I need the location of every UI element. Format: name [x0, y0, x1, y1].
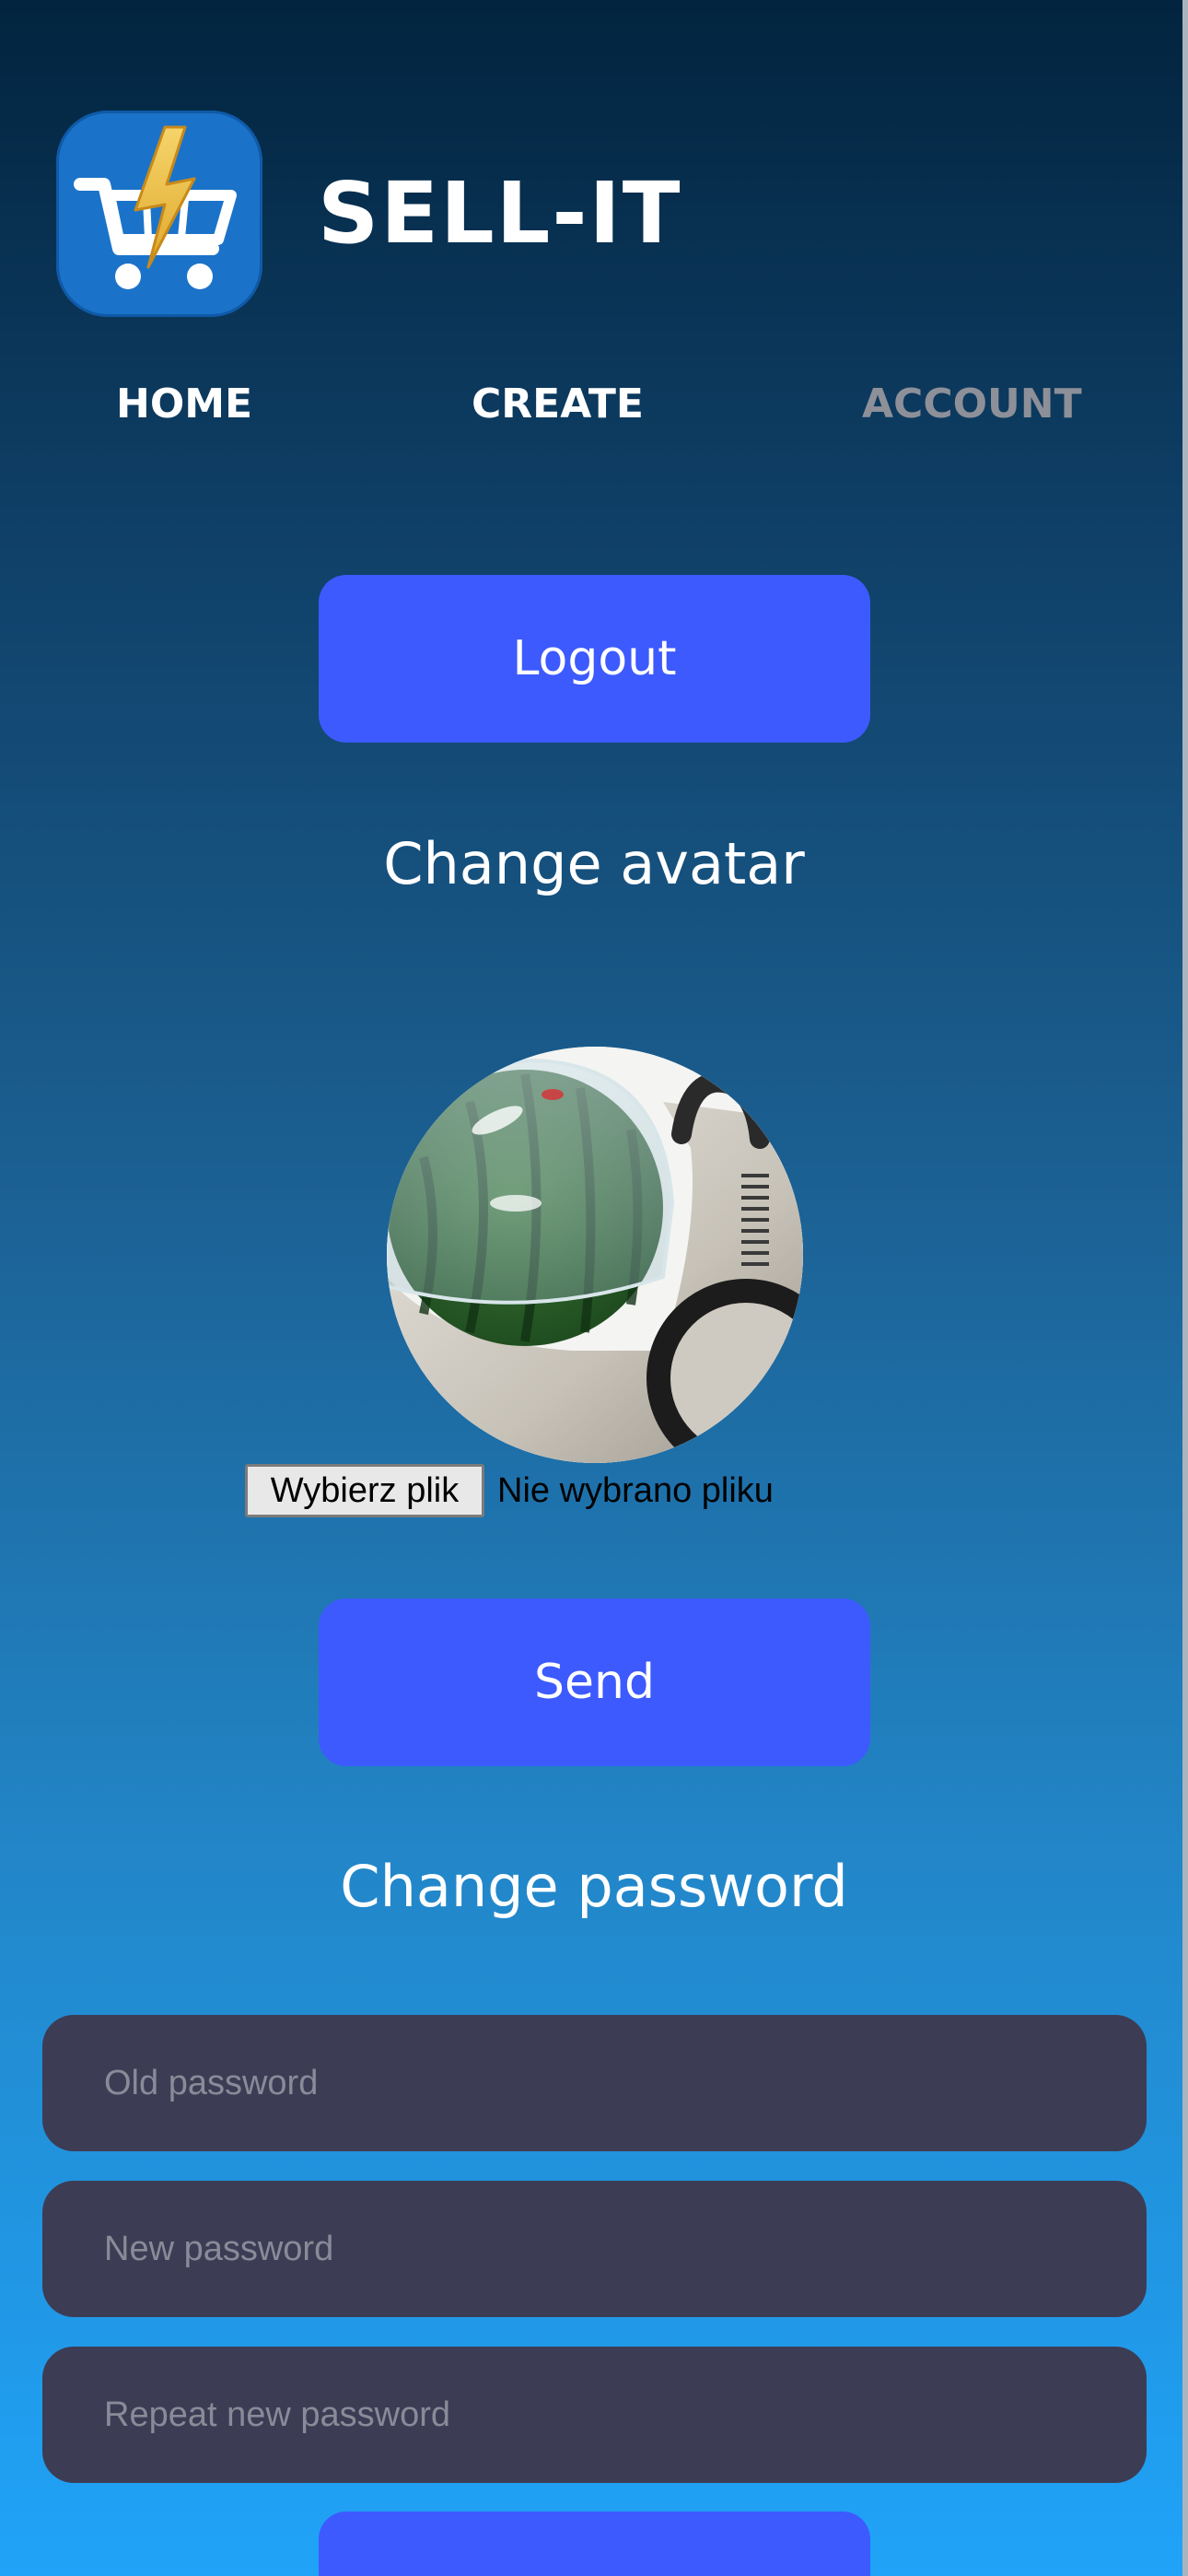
avatar-image [387, 1047, 803, 1463]
change-password-heading: Change password [340, 1853, 848, 1920]
choose-file-button[interactable]: Wybierz plik [245, 1464, 484, 1517]
repeat-password-field [42, 2347, 1147, 2483]
file-status-text: Nie wybrano pliku [497, 1470, 774, 1510]
old-password-field [42, 2015, 1147, 2151]
nav-create[interactable]: CREATE [472, 381, 644, 427]
repeat-password-input[interactable] [102, 2394, 1147, 2436]
nav-home[interactable]: HOME [116, 381, 252, 427]
nav-account[interactable]: ACCOUNT [862, 381, 1082, 427]
avatar [387, 1047, 803, 1463]
app-logo [56, 111, 262, 317]
send-avatar-button[interactable]: Send [319, 1598, 870, 1766]
logout-button[interactable]: Logout [319, 575, 870, 743]
old-password-input[interactable] [102, 2062, 1147, 2104]
lightning-cart-icon [74, 125, 237, 289]
avatar-file-picker: Wybierz plik Nie wybrano pliku [245, 1461, 774, 1520]
new-password-field [42, 2181, 1147, 2317]
brand-title: SELL-IT [318, 164, 682, 263]
change-avatar-heading: Change avatar [383, 830, 805, 897]
change-password-button[interactable] [319, 2512, 870, 2576]
new-password-input[interactable] [102, 2228, 1147, 2270]
scrollbar[interactable] [1182, 0, 1188, 2576]
